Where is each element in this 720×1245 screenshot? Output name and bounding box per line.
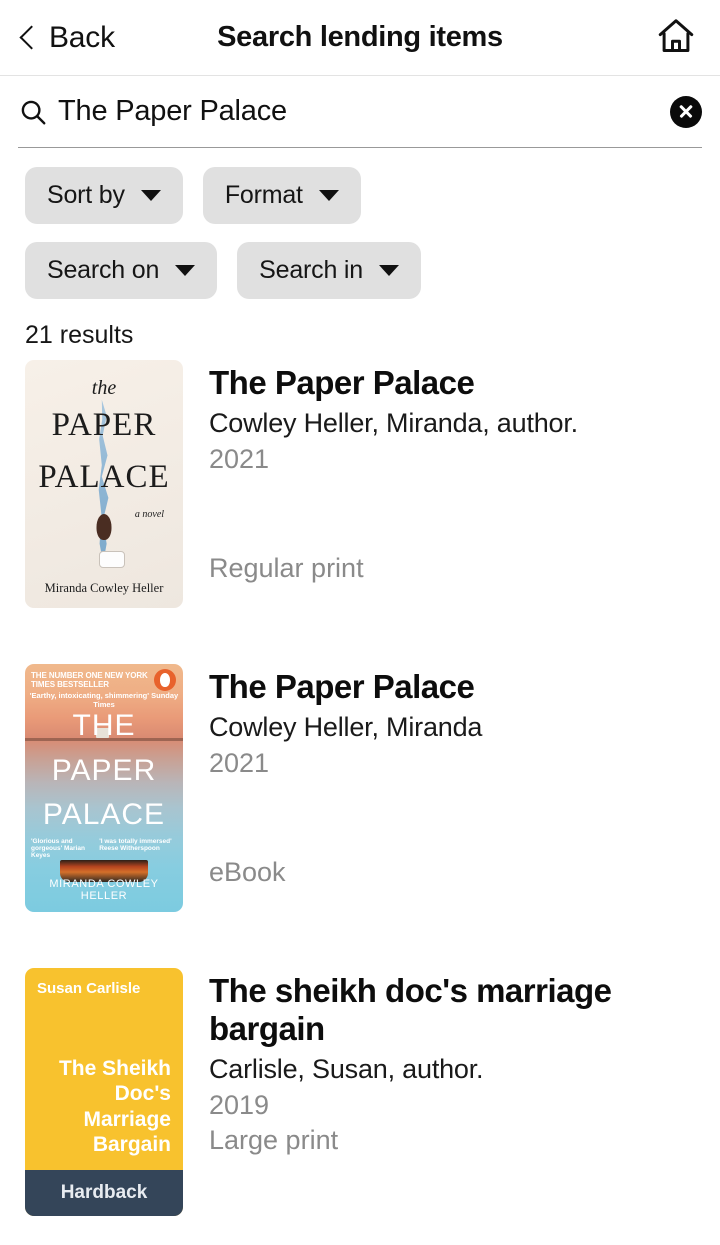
results-count: 21 results: [25, 321, 134, 349]
chevron-down-icon: [318, 190, 339, 201]
cover-text-author: Miranda Cowley Heller: [44, 580, 164, 595]
book-cover-image: THE NUMBER ONE NEW YORK TIMES BESTSELLER…: [25, 664, 183, 912]
book-cover-image: the PAPER PALACE a novel Miranda Cowley …: [25, 360, 183, 608]
home-button[interactable]: [654, 15, 698, 60]
result-info: The Paper Palace Cowley Heller, Miranda,…: [209, 360, 720, 608]
chevron-down-icon: [175, 265, 196, 276]
cover-text-quotes: 'Glorious and gorgeous' Marian Keyes 'I …: [31, 838, 177, 859]
cover-text-novel: a novel: [134, 508, 165, 520]
cover-text-author: MIRANDA COWLEY HELLER: [49, 878, 159, 903]
result-item[interactable]: the PAPER PALACE a novel Miranda Cowley …: [25, 360, 720, 608]
result-spacer: [209, 781, 720, 855]
chevron-left-icon: [20, 25, 35, 51]
book-cover-image: Susan Carlisle The Sheikh Doc's Marriage…: [25, 968, 183, 1216]
cover-text-author: Susan Carlisle: [37, 980, 141, 997]
result-title: The Paper Palace: [209, 364, 475, 401]
result-spacer: [209, 477, 720, 551]
cover-format-badge: Hardback: [25, 1170, 183, 1216]
cover-text-line1: THE: [72, 709, 136, 743]
result-format: Large print: [209, 1125, 339, 1156]
cover-text-quote-right: 'I was totally immersed' Reese Witherspo…: [99, 837, 172, 852]
result-info: The Paper Palace Cowley Heller, Miranda …: [209, 664, 720, 912]
result-year: 2019: [209, 1089, 270, 1120]
result-format: eBook: [209, 857, 286, 888]
chevron-down-icon: [379, 265, 399, 276]
result-format: Regular print: [209, 553, 364, 584]
filter-chip-format[interactable]: Format: [202, 167, 361, 224]
result-author: Cowley Heller, Miranda: [209, 711, 483, 742]
filter-chip-label: Search on: [47, 256, 160, 284]
result-year: 2021: [209, 444, 270, 475]
search-lending-items-screen: Back Search lending items Sort: [0, 0, 720, 1245]
search-bar[interactable]: [18, 76, 702, 148]
cover-art-figure: [96, 513, 112, 540]
result-author: Carlisle, Susan, author.: [209, 1053, 484, 1084]
cover-text-palace: PALACE: [38, 459, 170, 496]
result-title: The sheikh doc's marriage bargain: [209, 972, 612, 1047]
cover-text-title: The Sheikh Doc's Marriage Bargain: [58, 1056, 171, 1157]
filter-chip-group: Sort by Format Search on Search in: [0, 148, 560, 299]
cover-text-line2: PAPER: [51, 753, 157, 787]
cover-text-the: the: [91, 377, 117, 400]
results-list: the PAPER PALACE a novel Miranda Cowley …: [0, 360, 720, 1245]
chevron-down-icon: [140, 190, 161, 201]
result-title: The Paper Palace: [209, 668, 475, 705]
search-icon: [18, 97, 48, 127]
app-header: Back Search lending items: [0, 0, 720, 76]
result-author: Cowley Heller, Miranda, author.: [209, 407, 578, 438]
cover-text-line3: PALACE: [42, 798, 166, 832]
clear-search-button[interactable]: [670, 95, 702, 128]
home-icon: [654, 15, 698, 60]
search-input[interactable]: [58, 95, 670, 128]
filter-chip-label: Sort by: [47, 181, 125, 209]
cover-text-quote-left: 'Glorious and gorgeous' Marian Keyes: [31, 837, 85, 859]
filter-chip-sort-by[interactable]: Sort by: [25, 167, 183, 224]
filter-chip-search-in[interactable]: Search in: [237, 242, 421, 299]
filter-chip-label: Search in: [259, 256, 363, 284]
back-button-label: Back: [49, 20, 115, 54]
back-button[interactable]: Back: [14, 17, 121, 59]
cover-text-band: THE NUMBER ONE NEW YORK TIMES BESTSELLER: [31, 671, 148, 690]
result-item[interactable]: THE NUMBER ONE NEW YORK TIMES BESTSELLER…: [25, 664, 720, 912]
filter-chip-label: Format: [224, 181, 303, 209]
result-item[interactable]: Susan Carlisle The Sheikh Doc's Marriage…: [25, 968, 720, 1216]
cover-text-quote-top: 'Earthy, intoxicating, shimmering' Sunda…: [29, 691, 179, 710]
cover-art-roll: [99, 551, 126, 569]
filter-chip-search-on[interactable]: Search on: [25, 242, 218, 299]
publisher-logo-icon: [154, 669, 176, 691]
result-year: 2021: [209, 748, 270, 779]
result-info: The sheikh doc's marriage bargain Carlis…: [209, 968, 720, 1216]
cover-text-paper: PAPER: [51, 407, 157, 444]
